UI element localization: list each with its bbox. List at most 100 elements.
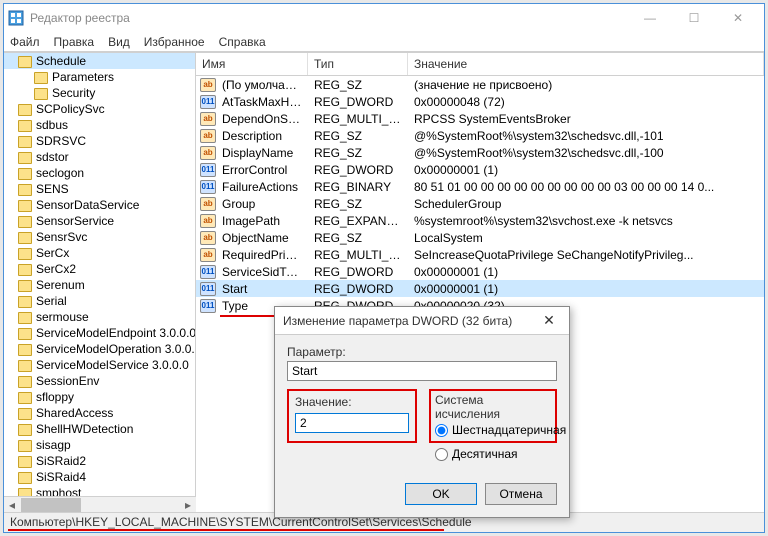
menu-edit[interactable]: Правка [54,35,95,49]
value-type-icon: 011 [200,265,216,279]
tree-item[interactable]: SCPolicySvc [4,101,195,117]
value-row[interactable]: 011AtTaskMaxHoursREG_DWORD0x00000048 (72… [196,93,764,110]
cell-type: REG_EXPAND_SZ [308,214,408,228]
cell-name: Group [216,197,308,211]
value-input[interactable] [295,413,409,433]
tree-pane[interactable]: ScheduleParametersSecuritySCPolicySvcsdb… [4,53,196,512]
minimize-button[interactable]: — [628,4,672,32]
cell-type: REG_SZ [308,129,408,143]
tree-item[interactable]: SessionEnv [4,373,195,389]
folder-icon [18,472,32,484]
radio-hex-input[interactable] [435,424,448,437]
folder-icon [18,296,32,308]
folder-icon [18,344,32,356]
param-input[interactable] [287,361,557,381]
cancel-button[interactable]: Отмена [485,483,557,505]
value-row[interactable]: abImagePathREG_EXPAND_SZ%systemroot%\sys… [196,212,764,229]
radio-dec[interactable]: Десятичная [429,445,557,463]
tree-item[interactable]: Serial [4,293,195,309]
scroll-left-icon[interactable]: ◂ [4,497,20,513]
maximize-button[interactable]: ☐ [672,4,716,32]
value-row[interactable]: abDependOnServiceREG_MULTI_SZRPCSS Syste… [196,110,764,127]
folder-icon [18,392,32,404]
close-button[interactable]: ✕ [716,4,760,32]
menu-help[interactable]: Справка [219,35,266,49]
tree-item[interactable]: sisagp [4,437,195,453]
tree-item[interactable]: ServiceModelEndpoint 3.0.0.0 [4,325,195,341]
cell-name: DisplayName [216,146,308,160]
ok-button[interactable]: OK [405,483,477,505]
tree-item[interactable]: SensrSvc [4,229,195,245]
scroll-right-icon[interactable]: ▸ [180,497,196,513]
folder-icon [18,120,32,132]
menu-view[interactable]: Вид [108,35,130,49]
value-row[interactable]: abObjectNameREG_SZLocalSystem [196,229,764,246]
value-row[interactable]: 011FailureActionsREG_BINARY80 51 01 00 0… [196,178,764,195]
tree-item[interactable]: SharedAccess [4,405,195,421]
folder-icon [18,248,32,260]
cell-value: 0x00000001 (1) [408,265,764,279]
value-row[interactable]: 011ErrorControlREG_DWORD0x00000001 (1) [196,161,764,178]
tree-item[interactable]: SerCx2 [4,261,195,277]
col-name[interactable]: Имя [196,53,308,75]
value-type-icon: ab [200,214,216,228]
value-row[interactable]: abDisplayNameREG_SZ@%SystemRoot%\system3… [196,144,764,161]
tree-item[interactable]: SiSRaid4 [4,469,195,485]
value-row[interactable]: ab(По умолчанию)REG_SZ(значение не присв… [196,76,764,93]
tree-item[interactable]: SENS [4,181,195,197]
cell-type: REG_DWORD [308,282,408,296]
value-row[interactable]: abGroupREG_SZSchedulerGroup [196,195,764,212]
radio-hex[interactable]: Шестнадцатеричная [435,423,551,437]
app-icon [8,10,24,26]
folder-icon [18,232,32,244]
tree-item[interactable]: ShellHWDetection [4,421,195,437]
tree-item[interactable]: Serenum [4,277,195,293]
tree-item[interactable]: ServiceModelOperation 3.0.0.0 [4,341,195,357]
cell-name: ImagePath [216,214,308,228]
tree-item[interactable]: sdstor [4,149,195,165]
col-value[interactable]: Значение [408,53,764,75]
cell-value: SeIncreaseQuotaPrivilege SeChangeNotifyP… [408,248,764,262]
cell-value: SchedulerGroup [408,197,764,211]
param-label: Параметр: [287,345,557,359]
value-row[interactable]: abDescriptionREG_SZ@%SystemRoot%\system3… [196,127,764,144]
tree-item[interactable]: Parameters [4,69,195,85]
value-row[interactable]: abRequiredPrivile...REG_MULTI_SZSeIncrea… [196,246,764,263]
folder-icon [18,104,32,116]
cell-name: ServiceSidType [216,265,308,279]
cell-value: RPCSS SystemEventsBroker [408,112,764,126]
folder-icon [18,136,32,148]
tree-item[interactable]: SensorService [4,213,195,229]
tree-item[interactable]: SerCx [4,245,195,261]
scroll-thumb[interactable] [21,498,81,512]
col-type[interactable]: Тип [308,53,408,75]
tree-scrollbar[interactable]: ◂ ▸ [4,496,196,512]
tree-item[interactable]: sfloppy [4,389,195,405]
dialog-close-icon[interactable]: ✕ [537,312,561,329]
tree-item[interactable]: Security [4,85,195,101]
cell-name: RequiredPrivile... [216,248,308,262]
window-title: Редактор реестра [30,11,628,25]
folder-icon [18,424,32,436]
radio-dec-input[interactable] [435,448,448,461]
tree-item[interactable]: SensorDataService [4,197,195,213]
value-type-icon: ab [200,197,216,211]
menu-favorites[interactable]: Избранное [144,35,205,49]
menu-file[interactable]: Файл [10,35,40,49]
tree-item[interactable]: SiSRaid2 [4,453,195,469]
cell-type: REG_MULTI_SZ [308,248,408,262]
value-row[interactable]: 011StartREG_DWORD0x00000001 (1) [196,280,764,297]
tree-item[interactable]: seclogon [4,165,195,181]
tree-item[interactable]: SDRSVC [4,133,195,149]
cell-value: 0x00000001 (1) [408,282,764,296]
value-row[interactable]: 011ServiceSidTypeREG_DWORD0x00000001 (1) [196,263,764,280]
list-header: Имя Тип Значение [196,53,764,76]
cell-name: Start [216,282,308,296]
tree-item[interactable]: sdbus [4,117,195,133]
folder-icon [18,280,32,292]
value-type-icon: 011 [200,282,216,296]
tree-item[interactable]: ServiceModelService 3.0.0.0 [4,357,195,373]
folder-icon [34,72,48,84]
tree-item[interactable]: Schedule [4,53,195,69]
tree-item[interactable]: sermouse [4,309,195,325]
